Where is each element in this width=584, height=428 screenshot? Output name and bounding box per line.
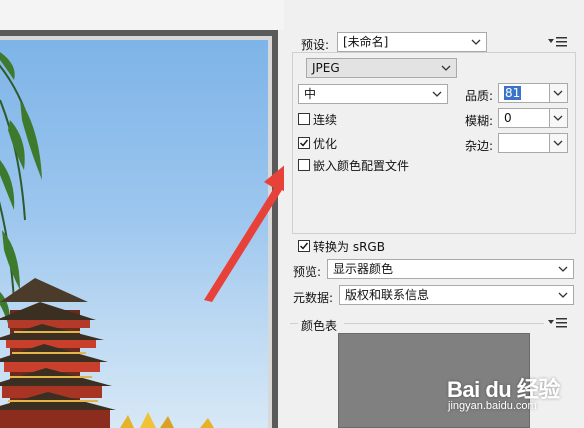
- preset-value: [未命名]: [343, 35, 389, 49]
- quality-value: 81: [504, 86, 522, 100]
- quality-label: 品质:: [465, 89, 494, 103]
- matte-dropdown[interactable]: [498, 133, 568, 153]
- preview-dropdown[interactable]: 显示器颜色: [327, 259, 574, 279]
- blur-value: 0: [504, 111, 512, 125]
- chevron-down-icon: [471, 39, 481, 45]
- color-table-menu-icon[interactable]: [548, 317, 568, 329]
- preview-label: 预览:: [293, 265, 322, 279]
- optimized-checkbox[interactable]: [298, 137, 310, 149]
- quality-level-value: 中: [304, 87, 317, 101]
- checkmark-icon: [300, 139, 309, 147]
- color-table-rule-right: [344, 323, 544, 324]
- color-table-label: 颜色表: [301, 319, 338, 333]
- panel-menu-icon[interactable]: [548, 36, 568, 48]
- chevron-down-icon: [558, 266, 568, 272]
- chevron-down-icon: [558, 292, 568, 298]
- quality-level-dropdown[interactable]: 中: [298, 84, 448, 104]
- embed-profile-checkbox[interactable]: [298, 159, 310, 171]
- convert-srgb-label: 转换为 sRGB: [313, 240, 385, 254]
- preset-label: 预设:: [301, 38, 330, 52]
- optimized-label: 优化: [313, 137, 338, 151]
- chevron-down-icon: [553, 140, 563, 146]
- chevron-down-icon: [553, 115, 563, 121]
- preset-dropdown[interactable]: [未命名]: [337, 32, 487, 52]
- convert-srgb-checkbox[interactable]: [298, 240, 310, 252]
- preview-top-band: [0, 0, 284, 30]
- metadata-dropdown[interactable]: 版权和联系信息: [339, 285, 574, 305]
- quality-input[interactable]: 81: [498, 83, 568, 103]
- format-dropdown[interactable]: JPEG: [306, 58, 457, 78]
- embed-profile-label: 嵌入颜色配置文件: [313, 159, 410, 173]
- chevron-down-icon: [553, 90, 563, 96]
- blur-label: 模糊:: [465, 114, 494, 128]
- matte-dropdown-button[interactable]: [549, 134, 567, 152]
- quality-slider-button[interactable]: [549, 84, 567, 102]
- preview-value: 显示器颜色: [333, 262, 394, 276]
- progressive-label: 连续: [313, 113, 338, 127]
- chevron-down-icon: [441, 65, 451, 71]
- format-value: JPEG: [312, 61, 340, 75]
- blur-slider-button[interactable]: [549, 109, 567, 127]
- metadata-value: 版权和联系信息: [345, 288, 430, 302]
- chevron-down-icon: [432, 91, 442, 97]
- progressive-checkbox[interactable]: [298, 113, 310, 125]
- watermark-url: jingyan.baidu.com: [448, 400, 537, 412]
- blur-input[interactable]: 0: [498, 108, 568, 128]
- checkmark-icon: [300, 242, 309, 250]
- metadata-label: 元数据:: [293, 291, 334, 305]
- color-table-rule-left: [290, 323, 298, 324]
- matte-label: 杂边:: [465, 139, 494, 153]
